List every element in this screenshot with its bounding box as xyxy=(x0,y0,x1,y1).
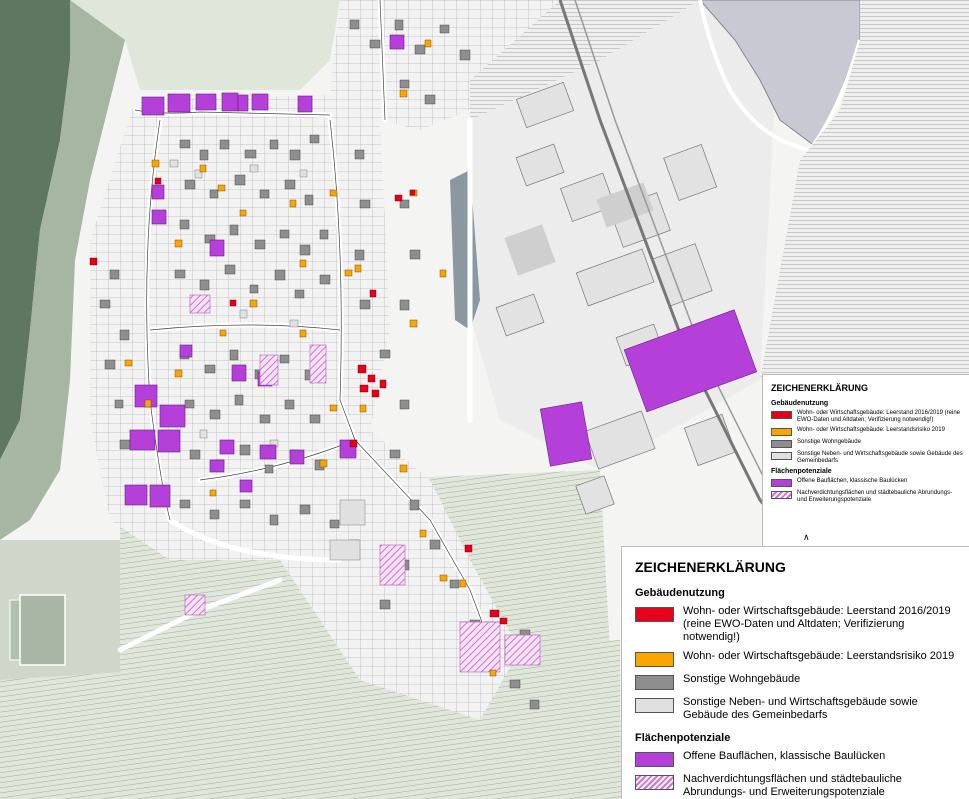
legend-small-item: Wohn- oder Wirtschaftsgebäude: Leerstand… xyxy=(771,427,963,436)
sports-field xyxy=(19,594,66,666)
legend-small-item: Nachverdichtungsflächen und städtebaulic… xyxy=(771,490,963,504)
legend-swatch-residential xyxy=(635,675,674,690)
legend-small-swatch-other xyxy=(771,452,792,460)
legend-item-other: Sonstige Neben- und Wirtschaftsgebäude s… xyxy=(635,696,959,722)
legend-label-vacant: Wohn- oder Wirtschaftsgebäude: Leerstand… xyxy=(683,605,951,643)
legend-label-risk: Wohn- oder Wirtschaftsgebäude: Leerstand… xyxy=(683,650,955,662)
legend-item-redensification: Nachverdichtungsflächen und städtebaulic… xyxy=(635,773,959,799)
legend-swatch-risk xyxy=(635,652,674,667)
legend-label-redensification: Nachverdichtungsflächen und städtebaulic… xyxy=(683,773,902,798)
legend-small-label: Offene Bauflächen, klassische Baulücken xyxy=(797,478,908,484)
legend-item-vacant: Wohn- oder Wirtschaftsgebäude: Leerstand… xyxy=(635,605,959,644)
legend-small-item: Sonstige Neben- und Wirtschaftsgebäude s… xyxy=(771,451,963,465)
legend-small: ZEICHENERKLÄRUNG Gebäudenutzung Wohn- od… xyxy=(762,374,969,548)
legend-small-item: Sonstige Wohngebäude xyxy=(771,439,963,448)
caret-up-icon: ∧ xyxy=(803,532,810,542)
legend-small-label: Wohn- oder Wirtschaftsgebäude: Leerstand… xyxy=(797,410,960,423)
legend-item-risk: Wohn- oder Wirtschaftsgebäude: Leerstand… xyxy=(635,650,959,667)
legend-small-swatch-open-plots xyxy=(771,479,792,487)
legend: ZEICHENERKLÄRUNG Gebäudenutzung Wohn- od… xyxy=(621,546,969,799)
legend-item-residential: Sonstige Wohngebäude xyxy=(635,673,959,690)
legend-small-swatch-risk xyxy=(771,428,792,436)
legend-small-label: Nachverdichtungsflächen und städtebaulic… xyxy=(797,490,953,503)
vacant-building xyxy=(357,364,367,374)
legend-small-section-buildings: Gebäudenutzung xyxy=(771,400,829,407)
legend-small-item: Wohn- oder Wirtschaftsgebäude: Leerstand… xyxy=(771,410,963,424)
legend-title: ZEICHENERKLÄRUNG xyxy=(635,559,786,575)
legend-small-swatch-vacant xyxy=(771,411,792,419)
legend-label-open-plots: Offene Bauflächen, klassische Baulücken xyxy=(683,750,886,762)
legend-small-label: Wohn- oder Wirtschaftsgebäude: Leerstand… xyxy=(797,427,945,433)
legend-section-areas: Flächenpotenziale xyxy=(635,732,731,744)
legend-small-item: Offene Bauflächen, klassische Baulücken xyxy=(771,478,963,487)
legend-small-label: Sonstige Wohngebäude xyxy=(797,439,861,445)
legend-small-label: Sonstige Neben- und Wirtschaftsgebäude s… xyxy=(797,451,963,464)
legend-label-residential: Sonstige Wohngebäude xyxy=(683,673,801,685)
redensification-area xyxy=(459,621,501,673)
legend-label-other: Sonstige Neben- und Wirtschaftsgebäude s… xyxy=(683,696,918,721)
legend-small-title: ZEICHENERKLÄRUNG xyxy=(771,383,869,393)
legend-small-swatch-residential xyxy=(771,440,792,448)
legend-small-section-areas: Flächenpotenziale xyxy=(771,468,832,475)
legend-swatch-other xyxy=(635,698,674,713)
legend-swatch-vacant xyxy=(635,607,674,622)
legend-item-open-plots: Offene Bauflächen, klassische Baulücken xyxy=(635,750,959,767)
legend-small-swatch-redensification xyxy=(771,491,792,499)
legend-swatch-redensification xyxy=(635,775,674,790)
legend-section-buildings: Gebäudenutzung xyxy=(635,587,725,599)
legend-swatch-open-plots xyxy=(635,752,674,767)
